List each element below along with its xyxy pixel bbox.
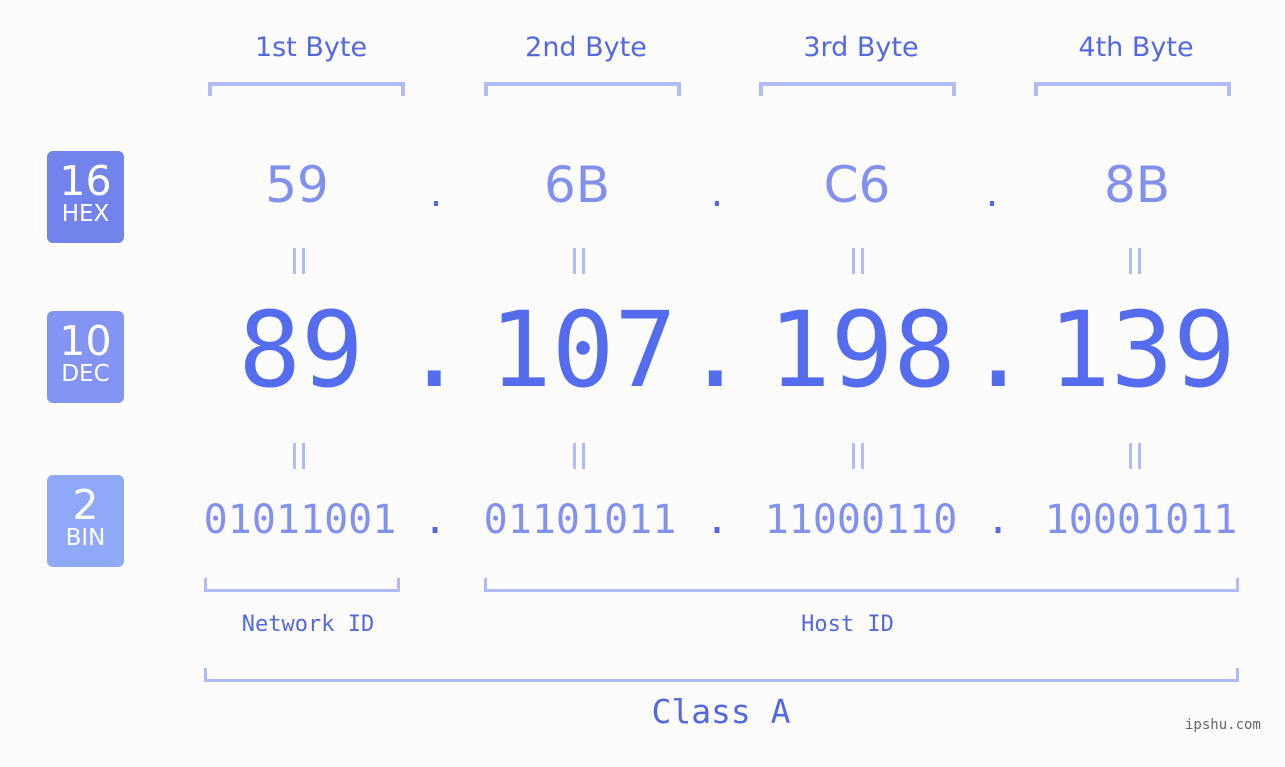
- hex-separator-3: .: [985, 170, 999, 216]
- dec-base: 10: [59, 317, 112, 365]
- watermark: ipshu.com: [1185, 717, 1261, 733]
- bin-name: BIN: [65, 525, 106, 551]
- dec-name: DEC: [61, 361, 110, 387]
- equals-icon: [573, 443, 585, 469]
- byte-bracket-4: [1034, 82, 1231, 96]
- hex-separator-1: .: [429, 170, 443, 216]
- byte-label-1: 1st Byte: [254, 32, 368, 63]
- dec-value-4: 139: [1048, 289, 1236, 411]
- byte-bracket-1: [208, 82, 405, 96]
- dec-value-1: 89: [238, 289, 364, 411]
- hex-value-1: 59: [265, 156, 329, 214]
- equals-icon: [1129, 443, 1141, 469]
- hex-separator-2: .: [710, 170, 724, 216]
- dec-badge: 10 DEC: [47, 311, 124, 403]
- byte-label-3: 3rd Byte: [803, 32, 919, 63]
- bin-separator-3: .: [985, 497, 1011, 543]
- equals-icon: [852, 443, 864, 469]
- equals-icon: [573, 248, 585, 274]
- bin-value-4: 10001011: [1044, 497, 1238, 543]
- byte-label-2: 2nd Byte: [525, 32, 647, 63]
- hex-value-2: 6B: [543, 156, 611, 214]
- byte-label-4: 4th Byte: [1078, 32, 1194, 63]
- hex-name: HEX: [61, 201, 110, 227]
- bin-value-2: 01101011: [483, 497, 677, 543]
- dec-value-3: 198: [768, 289, 956, 411]
- bin-badge: 2 BIN: [47, 475, 124, 567]
- host-id-label: Host ID: [801, 612, 894, 637]
- bin-separator-2: .: [704, 497, 730, 543]
- bin-separator-1: .: [422, 497, 448, 543]
- equals-icon: [293, 443, 305, 469]
- dec-value-2: 107: [489, 289, 677, 411]
- byte-bracket-3: [759, 82, 956, 96]
- equals-icon: [852, 248, 864, 274]
- hex-value-3: C6: [823, 156, 891, 214]
- hex-value-4: 8B: [1103, 156, 1171, 214]
- bin-value-1: 01011001: [203, 497, 397, 543]
- network-id-bracket: [204, 578, 400, 592]
- equals-icon: [1129, 248, 1141, 274]
- network-id-label: Network ID: [241, 612, 375, 637]
- host-id-bracket: [484, 578, 1239, 592]
- hex-base: 16: [59, 157, 112, 205]
- class-bracket: [204, 668, 1239, 682]
- bin-value-3: 11000110: [764, 497, 958, 543]
- hex-badge: 16 HEX: [47, 151, 124, 243]
- byte-bracket-2: [484, 82, 681, 96]
- bin-base: 2: [72, 481, 99, 529]
- class-label: Class A: [651, 692, 791, 731]
- equals-icon: [293, 248, 305, 274]
